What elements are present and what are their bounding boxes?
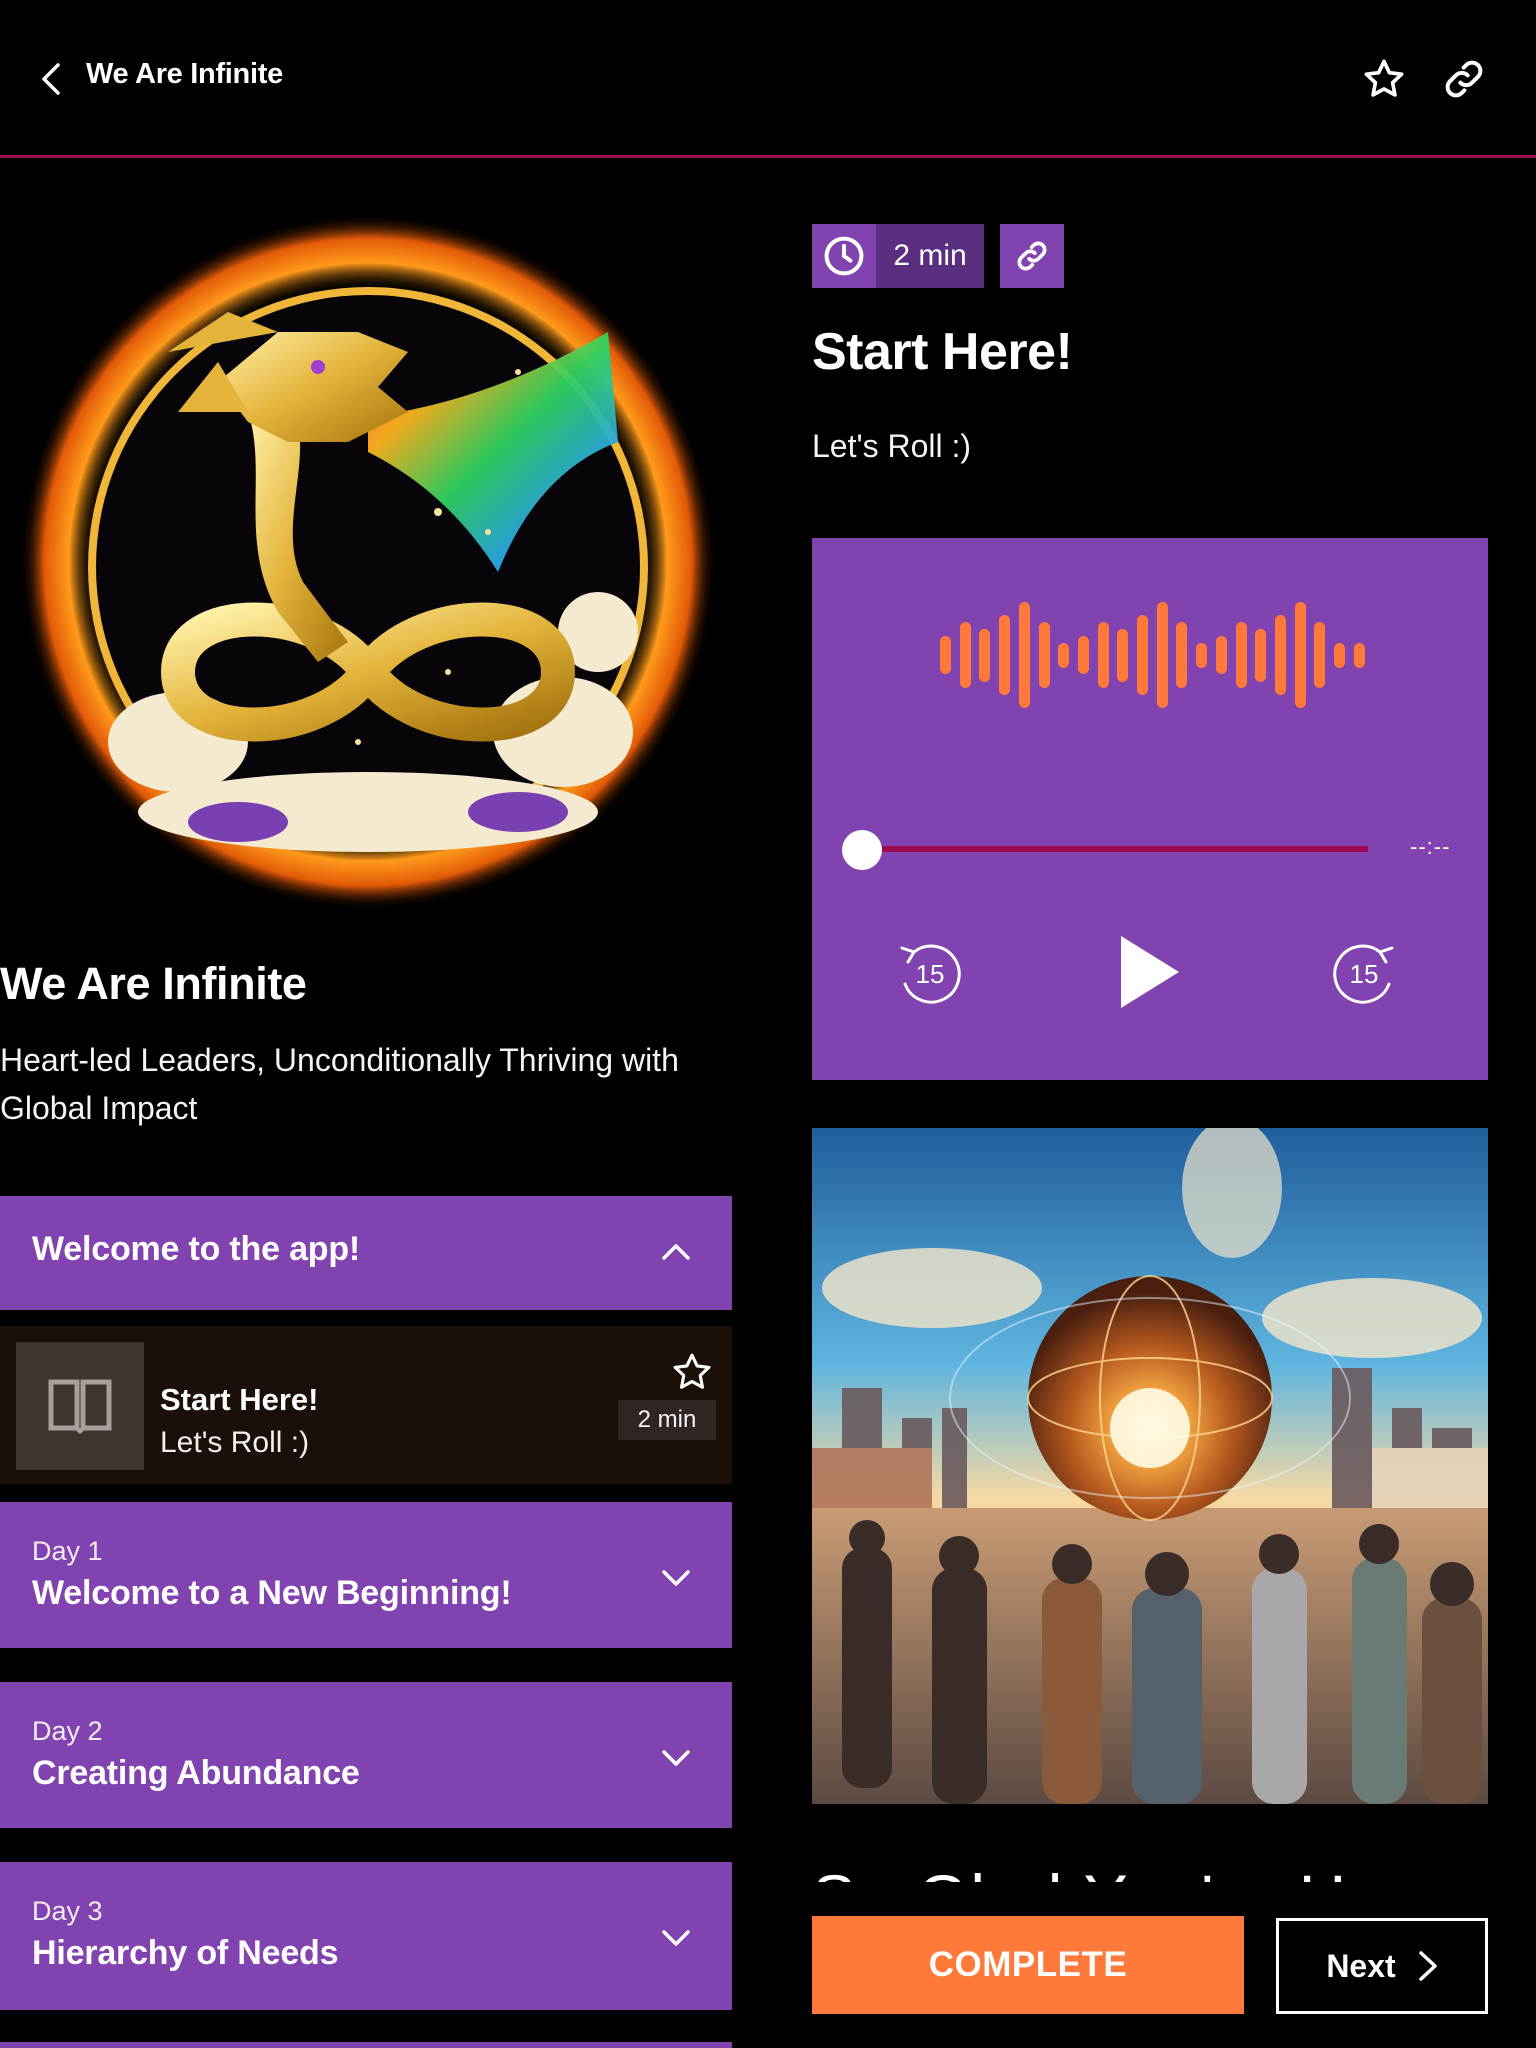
waveform-bar (1216, 636, 1227, 674)
book-icon (48, 1379, 112, 1434)
back-button[interactable] (34, 60, 68, 98)
progress-track[interactable] (862, 846, 1368, 852)
waveform-bar (1354, 643, 1365, 668)
play-icon (1121, 936, 1179, 1008)
lesson-list-item[interactable]: Start Here! Let's Roll :) 2 min (0, 1326, 732, 1484)
lesson-duration-badge: 2 min (618, 1400, 716, 1440)
waveform-bar (1334, 643, 1345, 668)
waveform-bar (1196, 643, 1207, 668)
waveform-bar (1058, 643, 1069, 668)
waveform-bar (1019, 602, 1030, 708)
lesson-subheading: Let's Roll :) (812, 428, 972, 464)
waveform-bar (1176, 622, 1187, 688)
section-title: Welcome to the app! (32, 1230, 361, 1268)
rewind-15-icon: 15 (900, 944, 961, 1004)
app-bar-title: We Are Infinite (86, 58, 283, 90)
svg-text:15: 15 (916, 959, 945, 989)
waveform-bar (1137, 615, 1148, 695)
skip-back-15-button[interactable]: 15 (894, 938, 964, 1008)
duration-text: 2 min (876, 224, 984, 288)
waveform-bar (1255, 629, 1266, 682)
section-day-label: Day 2 (32, 1716, 103, 1746)
next-label: Next (1326, 1947, 1396, 1984)
waveform-bar (979, 629, 990, 682)
chevron-left-icon (42, 63, 60, 95)
section-title: Hierarchy of Needs (32, 1934, 339, 1972)
chevron-down-icon (662, 1750, 690, 1766)
section-welcome[interactable]: Welcome to the app! (0, 1196, 732, 1310)
audio-player: --:-- 15 15 (812, 538, 1488, 1080)
section-next-partial[interactable] (0, 2042, 732, 2048)
waveform-bar (1078, 636, 1089, 674)
time-remaining: --:-- (1410, 834, 1451, 859)
waveform-bar (999, 615, 1010, 695)
star-outline-icon (673, 1353, 711, 1389)
clock-icon (824, 236, 864, 276)
course-subtitle: Heart-led Leaders, Unconditionally Thriv… (0, 1042, 679, 1126)
waveform-bar (1275, 615, 1286, 695)
duration-pill: 2 min (812, 224, 984, 288)
waveform-bar (1314, 622, 1325, 688)
link-icon (1017, 241, 1047, 271)
section-day-1[interactable]: Day 1 Welcome to a New Beginning! (0, 1502, 732, 1648)
next-button[interactable]: Next (1276, 1918, 1488, 2014)
svg-text:15: 15 (1350, 959, 1379, 989)
waveform-bar (1295, 602, 1306, 708)
course-title: We Are Infinite (0, 958, 307, 1009)
waveform-bar (940, 636, 951, 674)
lesson-heading: Start Here! (812, 323, 1073, 381)
lesson-thumbnail (16, 1342, 144, 1470)
play-button[interactable] (1110, 930, 1190, 1014)
skip-forward-15-button[interactable]: 15 (1330, 938, 1400, 1008)
lesson-image (812, 1128, 1488, 1804)
copy-lesson-link-button[interactable] (1000, 224, 1064, 288)
lesson-favorite-button[interactable] (670, 1350, 714, 1394)
top-app-bar: We Are Infinite (0, 0, 1536, 158)
chevron-right-icon (1418, 1951, 1437, 1981)
waveform-bar (1117, 629, 1128, 682)
waveform-bar (1236, 622, 1247, 688)
section-day-3[interactable]: Day 3 Hierarchy of Needs (0, 1862, 732, 2010)
star-outline-icon (1364, 59, 1404, 97)
waveform-bar (1098, 622, 1109, 688)
share-link-button[interactable] (1440, 55, 1488, 103)
favorite-button[interactable] (1360, 55, 1408, 103)
chevron-down-icon (662, 1570, 690, 1586)
section-day-label: Day 1 (32, 1536, 103, 1566)
complete-button[interactable]: COMPLETE (812, 1916, 1244, 2014)
content-heading: So Glad You're Here (812, 1860, 1450, 1882)
progress-thumb[interactable] (842, 830, 882, 870)
lesson-subtitle: Let's Roll :) (160, 1426, 310, 1459)
forward-15-icon: 15 (1333, 944, 1394, 1004)
waveform-bar (1157, 602, 1168, 708)
link-icon (1445, 60, 1483, 98)
waveform-bar (1039, 622, 1050, 688)
lesson-title: Start Here! (160, 1382, 319, 1417)
chevron-up-icon (662, 1244, 690, 1260)
section-title: Creating Abundance (32, 1754, 360, 1792)
course-logo (18, 212, 718, 912)
chevron-down-icon (662, 1930, 690, 1946)
waveform-graphic (940, 600, 1365, 710)
section-day-label: Day 3 (32, 1896, 103, 1926)
waveform-bar (960, 622, 971, 688)
section-title: Welcome to a New Beginning! (32, 1574, 512, 1612)
section-day-2[interactable]: Day 2 Creating Abundance (0, 1682, 732, 1828)
